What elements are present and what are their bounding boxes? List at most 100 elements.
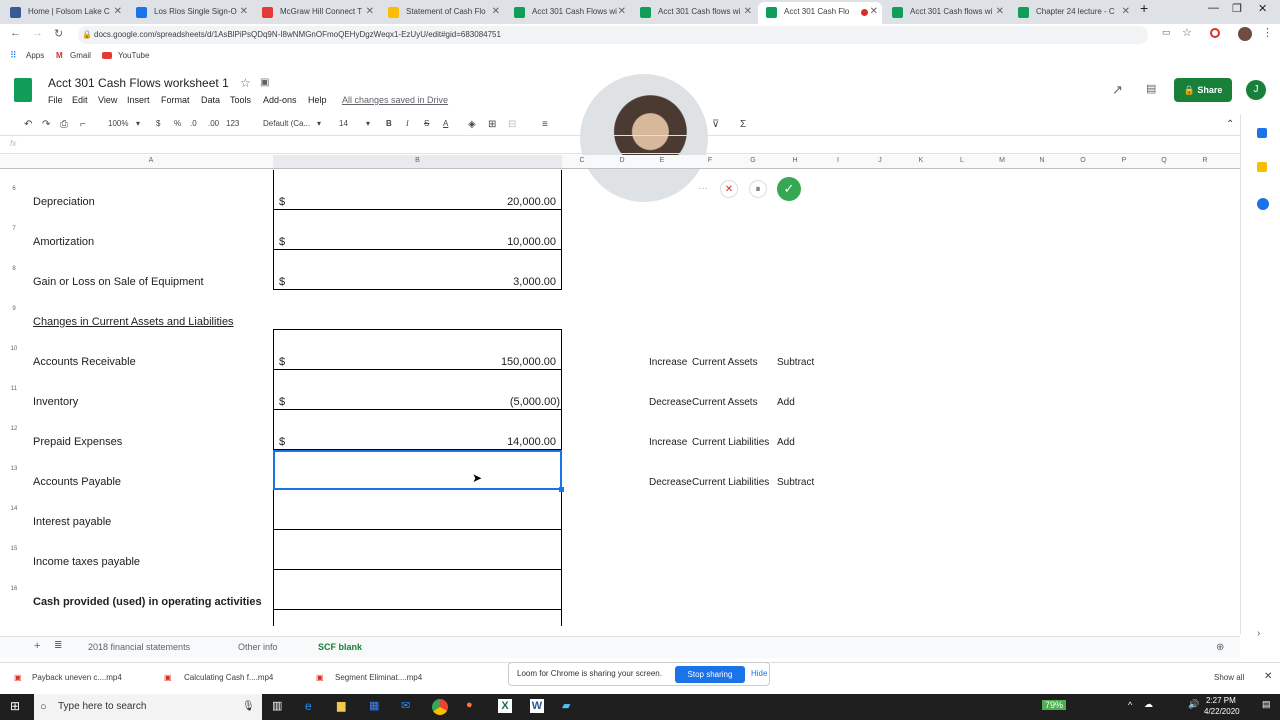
store-icon[interactable]: ▦ bbox=[369, 699, 379, 712]
formula-bar[interactable]: fx bbox=[0, 136, 1240, 154]
volume-icon[interactable]: 🔊 bbox=[1188, 699, 1199, 710]
new-tab-icon[interactable]: + bbox=[1140, 0, 1148, 16]
text-color-button[interactable]: A bbox=[443, 119, 448, 128]
row-number[interactable]: 9 bbox=[0, 306, 28, 312]
row-label[interactable]: Accounts Receivable bbox=[33, 356, 136, 368]
font-size-select[interactable]: 14 bbox=[339, 119, 348, 128]
window-close-icon[interactable]: ✕ bbox=[1258, 2, 1267, 15]
close-icon[interactable]: ✕ bbox=[1264, 671, 1272, 682]
cast-icon[interactable]: ▭ bbox=[1162, 27, 1171, 38]
taskbar-search[interactable]: ○ Type here to search 🎙 bbox=[34, 694, 262, 720]
increase-decimal-button[interactable]: .00 bbox=[208, 119, 219, 128]
word-icon[interactable]: W bbox=[530, 699, 544, 713]
column-header-k[interactable]: K bbox=[901, 157, 941, 164]
align-icon[interactable]: ≡ bbox=[542, 119, 548, 130]
bookmark-gmail[interactable]: Gmail bbox=[70, 51, 91, 60]
expand-panel-icon[interactable]: › bbox=[1257, 628, 1260, 639]
download-item[interactable]: Payback uneven c....mp4 bbox=[32, 673, 122, 682]
menu-format[interactable]: Format bbox=[161, 95, 190, 105]
note-type[interactable]: Current Assets bbox=[692, 397, 758, 408]
sheet-tab-active[interactable]: SCF blank bbox=[318, 642, 362, 652]
firefox-icon[interactable]: ● bbox=[466, 699, 473, 711]
sheet-tab[interactable]: Other info bbox=[238, 642, 278, 652]
profile-avatar[interactable] bbox=[1238, 27, 1252, 41]
cloud-icon[interactable]: ☁ bbox=[1144, 699, 1153, 710]
row-number[interactable]: 10 bbox=[0, 346, 28, 352]
note-action[interactable]: Add bbox=[777, 437, 795, 448]
fill-color-icon[interactable]: ◈ bbox=[468, 119, 476, 130]
note-action[interactable]: Add bbox=[777, 397, 795, 408]
amount[interactable]: (5,000.00) bbox=[420, 396, 560, 408]
browser-tab[interactable]: Chapter 24 lecture - C ✕ bbox=[1010, 2, 1134, 24]
redo-icon[interactable]: ↷ bbox=[42, 119, 50, 130]
keep-icon[interactable] bbox=[1257, 162, 1267, 172]
section-heading[interactable]: Changes in Current Assets and Liabilitie… bbox=[33, 316, 234, 328]
move-folder-icon[interactable]: ▣ bbox=[260, 77, 269, 88]
column-header-r[interactable]: R bbox=[1185, 157, 1225, 164]
row-number[interactable]: 14 bbox=[0, 506, 28, 512]
note-change[interactable]: Decrease bbox=[649, 477, 692, 488]
more-menu-icon[interactable]: ⋮ bbox=[1262, 26, 1273, 39]
print-icon[interactable]: ⎙ bbox=[60, 119, 68, 130]
row-label-total[interactable]: Cash provided (used) in operating activi… bbox=[33, 596, 262, 608]
task-view-icon[interactable]: ▥ bbox=[272, 699, 282, 712]
close-tab-icon[interactable]: ✕ bbox=[492, 2, 500, 22]
edge-icon[interactable]: e bbox=[305, 699, 312, 713]
excel-icon[interactable]: X bbox=[498, 699, 512, 713]
close-tab-icon[interactable]: ✕ bbox=[240, 2, 248, 22]
close-tab-icon[interactable]: ✕ bbox=[366, 2, 374, 22]
column-header-l[interactable]: L bbox=[942, 157, 982, 164]
column-header-h[interactable]: H bbox=[775, 157, 815, 164]
row-label[interactable]: Income taxes payable bbox=[33, 556, 140, 568]
save-status[interactable]: All changes saved in Drive bbox=[342, 95, 448, 105]
column-header-n[interactable]: N bbox=[1022, 157, 1062, 164]
bookmark-youtube[interactable]: YouTube bbox=[118, 51, 149, 60]
zoom-select[interactable]: 100% bbox=[108, 119, 128, 128]
row-number[interactable]: 15 bbox=[0, 546, 28, 552]
menu-view[interactable]: View bbox=[98, 95, 117, 105]
row-number[interactable]: 13 bbox=[0, 466, 28, 472]
close-tab-icon[interactable]: ✕ bbox=[996, 2, 1004, 22]
note-type[interactable]: Current Liabilities bbox=[692, 477, 769, 488]
close-tab-icon[interactable]: ✕ bbox=[1122, 2, 1130, 22]
menu-help[interactable]: Help bbox=[308, 95, 327, 105]
clock-date[interactable]: 4/22/2020 bbox=[1204, 707, 1240, 716]
sheets-logo-icon[interactable] bbox=[14, 78, 32, 102]
notifications-icon[interactable]: ▤ bbox=[1262, 699, 1271, 710]
back-icon[interactable]: ← bbox=[10, 27, 21, 39]
explore-icon[interactable]: ⊕ bbox=[1216, 642, 1224, 653]
document-title[interactable]: Acct 301 Cash Flows worksheet 1 bbox=[48, 76, 229, 90]
clock-time[interactable]: 2:27 PM bbox=[1206, 696, 1236, 705]
collapse-icon[interactable]: ⌃ bbox=[1226, 119, 1234, 130]
merge-cells-icon[interactable]: ⊟ bbox=[508, 119, 516, 130]
tasks-icon[interactable] bbox=[1257, 198, 1269, 210]
column-header-f[interactable]: F bbox=[690, 157, 730, 164]
menu-tools[interactable]: Tools bbox=[230, 95, 251, 105]
column-header-i[interactable]: I bbox=[818, 157, 858, 164]
column-header-m[interactable]: M bbox=[982, 157, 1022, 164]
browser-tab[interactable]: McGraw Hill Connect T ✕ bbox=[254, 2, 378, 24]
star-icon[interactable]: ☆ bbox=[240, 76, 251, 90]
row-number[interactable]: 12 bbox=[0, 426, 28, 432]
download-item[interactable]: Segment Eliminat....mp4 bbox=[335, 673, 422, 682]
row-number[interactable]: 6 bbox=[0, 186, 28, 192]
row-number[interactable]: 7 bbox=[0, 226, 28, 232]
font-select[interactable]: Default (Ca... bbox=[263, 119, 310, 128]
calendar-icon[interactable] bbox=[1257, 128, 1267, 138]
account-avatar[interactable]: J bbox=[1246, 80, 1266, 100]
amount[interactable]: 14,000.00 bbox=[420, 436, 556, 448]
bold-button[interactable]: B bbox=[386, 119, 392, 128]
row-label[interactable]: Interest payable bbox=[33, 516, 111, 528]
share-button[interactable]: 🔒 Share bbox=[1174, 78, 1232, 102]
column-header-p[interactable]: P bbox=[1104, 157, 1144, 164]
column-header-o[interactable]: O bbox=[1063, 157, 1103, 164]
maximize-icon[interactable]: ❐ bbox=[1232, 2, 1242, 15]
forward-icon[interactable]: → bbox=[32, 27, 43, 39]
note-type[interactable]: Current Liabilities bbox=[692, 437, 769, 448]
selected-cell[interactable] bbox=[273, 450, 562, 490]
note-change[interactable]: Decrease bbox=[649, 397, 692, 408]
menu-add-ons[interactable]: Add-ons bbox=[263, 95, 297, 105]
filter-icon[interactable]: ⊽ bbox=[712, 119, 719, 130]
comments-icon[interactable]: ▤ bbox=[1146, 82, 1156, 95]
bookmark-star-icon[interactable]: ☆ bbox=[1182, 26, 1192, 39]
